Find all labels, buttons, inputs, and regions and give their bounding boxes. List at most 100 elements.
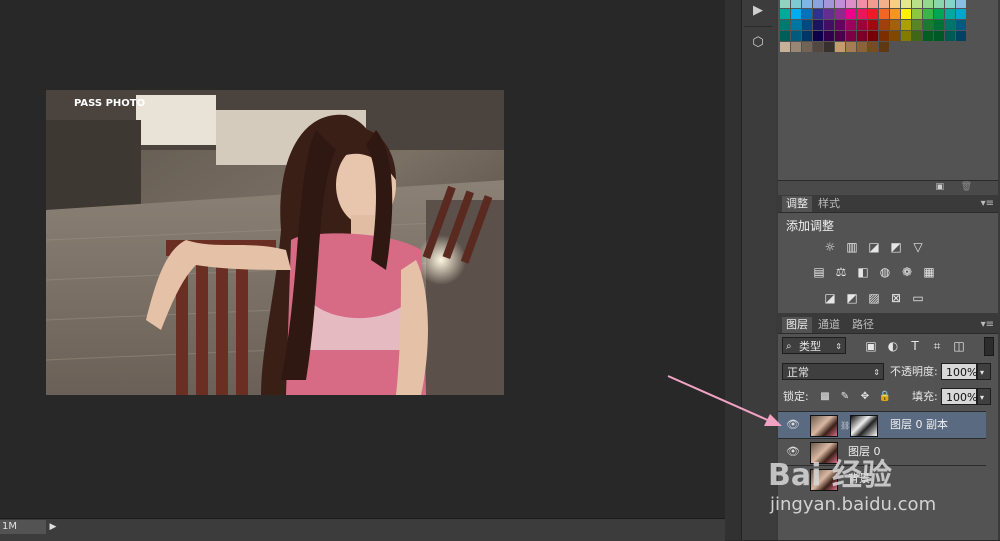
color-balance-icon[interactable]: ⚖ [834, 266, 848, 278]
layer-name[interactable]: 图层 0 副本 [890, 412, 948, 438]
filter-adjustment-icon[interactable]: ◐ [886, 340, 900, 352]
color-swatch[interactable] [802, 42, 812, 52]
tab-styles[interactable]: 样式 [814, 196, 844, 212]
color-swatch[interactable] [901, 31, 911, 41]
new-swatch-icon[interactable]: ▣ [935, 182, 944, 192]
color-swatch[interactable] [857, 20, 867, 30]
filter-smart-object-icon[interactable]: ◫ [952, 340, 966, 352]
tab-channels[interactable]: 通道 [814, 317, 844, 333]
color-swatch[interactable] [824, 20, 834, 30]
color-swatch[interactable] [857, 9, 867, 19]
color-swatch[interactable] [923, 20, 933, 30]
layer-thumbnail[interactable] [810, 415, 838, 437]
lock-brush-icon[interactable]: ✎ [838, 391, 852, 403]
color-swatch[interactable] [780, 0, 790, 8]
lock-move-icon[interactable]: ✥ [858, 391, 872, 403]
color-swatch[interactable] [923, 9, 933, 19]
layer-filter-select[interactable]: ⌕ 类型 ⇕ [782, 337, 846, 354]
color-swatch[interactable] [813, 20, 823, 30]
color-swatch[interactable] [956, 20, 966, 30]
blend-mode-select[interactable]: 正常 ⇕ [782, 363, 884, 380]
color-swatch[interactable] [824, 0, 834, 8]
color-swatch[interactable] [857, 0, 867, 8]
color-swatch[interactable] [879, 31, 889, 41]
color-swatch[interactable] [813, 0, 823, 8]
color-swatch[interactable] [824, 9, 834, 19]
document-image[interactable]: PASS PHOTO [46, 90, 504, 395]
color-swatch[interactable] [945, 0, 955, 8]
fill-dropdown-icon[interactable]: ▾ [977, 388, 991, 405]
color-swatch[interactable] [802, 0, 812, 8]
panel-menu-icon[interactable]: ▾≡ [981, 196, 994, 212]
color-swatch[interactable] [835, 9, 845, 19]
lock-all-icon[interactable]: 🔒 [878, 391, 892, 403]
delete-swatch-icon[interactable]: 🗑 [961, 182, 972, 192]
color-swatch[interactable] [813, 31, 823, 41]
3d-cube-icon[interactable]: ⬡ [744, 32, 772, 54]
color-swatch[interactable] [890, 20, 900, 30]
color-swatch[interactable] [945, 31, 955, 41]
color-swatch[interactable] [912, 0, 922, 8]
color-swatch[interactable] [879, 0, 889, 8]
posterize-icon[interactable]: ◩ [845, 292, 859, 304]
hue-saturation-icon[interactable]: ▤ [812, 266, 826, 278]
color-swatch[interactable] [813, 9, 823, 19]
color-swatch[interactable] [780, 42, 790, 52]
selective-color-icon[interactable]: ⊠ [889, 292, 903, 304]
color-swatch[interactable] [879, 42, 889, 52]
fill-input[interactable]: 100% [941, 388, 977, 405]
chain-link-icon[interactable]: ⛓ [840, 421, 850, 430]
color-swatch[interactable] [945, 20, 955, 30]
color-swatch[interactable] [934, 9, 944, 19]
color-swatch[interactable] [791, 42, 801, 52]
color-swatch[interactable] [824, 42, 834, 52]
color-swatch[interactable] [780, 31, 790, 41]
color-swatch[interactable] [912, 20, 922, 30]
color-swatch[interactable] [846, 9, 856, 19]
color-swatch[interactable] [923, 31, 933, 41]
color-swatch[interactable] [868, 20, 878, 30]
color-swatch[interactable] [868, 9, 878, 19]
color-swatch[interactable] [956, 0, 966, 8]
filter-pixel-icon[interactable]: ▣ [864, 340, 878, 352]
zoom-field[interactable]: 1M [0, 520, 46, 534]
status-menu-arrow-icon[interactable]: ▶ [46, 520, 60, 534]
color-swatch[interactable] [956, 9, 966, 19]
color-swatch[interactable] [879, 9, 889, 19]
vibrance-icon[interactable]: ▽ [911, 241, 925, 253]
color-swatch[interactable] [813, 42, 823, 52]
color-swatch[interactable] [780, 20, 790, 30]
curves-icon[interactable]: ◪ [867, 241, 881, 253]
lock-transparent-icon[interactable]: ▩ [818, 391, 832, 403]
channel-mixer-icon[interactable]: ❁ [900, 266, 914, 278]
color-swatch[interactable] [912, 31, 922, 41]
color-swatch[interactable] [879, 20, 889, 30]
color-swatch[interactable] [934, 20, 944, 30]
photo-filter-icon[interactable]: ◍ [878, 266, 892, 278]
panel-menu-icon[interactable]: ▾≡ [981, 317, 994, 333]
color-swatch[interactable] [846, 0, 856, 8]
color-swatch[interactable] [901, 9, 911, 19]
opacity-dropdown-icon[interactable]: ▾ [977, 363, 991, 380]
invert-icon[interactable]: ◪ [823, 292, 837, 304]
color-swatch[interactable] [846, 20, 856, 30]
gradient-map-icon[interactable]: ▭ [911, 292, 925, 304]
color-swatch[interactable] [846, 42, 856, 52]
color-swatch[interactable] [802, 20, 812, 30]
color-swatch[interactable] [857, 42, 867, 52]
tab-layers[interactable]: 图层 [782, 317, 812, 333]
color-swatch[interactable] [868, 42, 878, 52]
color-swatch[interactable] [802, 9, 812, 19]
color-swatch[interactable] [945, 9, 955, 19]
color-swatch[interactable] [835, 31, 845, 41]
exposure-icon[interactable]: ◩ [889, 241, 903, 253]
color-swatch[interactable] [791, 0, 801, 8]
color-swatch[interactable] [835, 0, 845, 8]
color-swatch[interactable] [956, 31, 966, 41]
color-swatch[interactable] [835, 42, 845, 52]
color-swatch[interactable] [802, 31, 812, 41]
color-swatch[interactable] [890, 9, 900, 19]
filter-type-icon[interactable]: T [908, 340, 922, 352]
color-swatch[interactable] [791, 9, 801, 19]
tab-adjustments[interactable]: 调整 [782, 196, 812, 212]
